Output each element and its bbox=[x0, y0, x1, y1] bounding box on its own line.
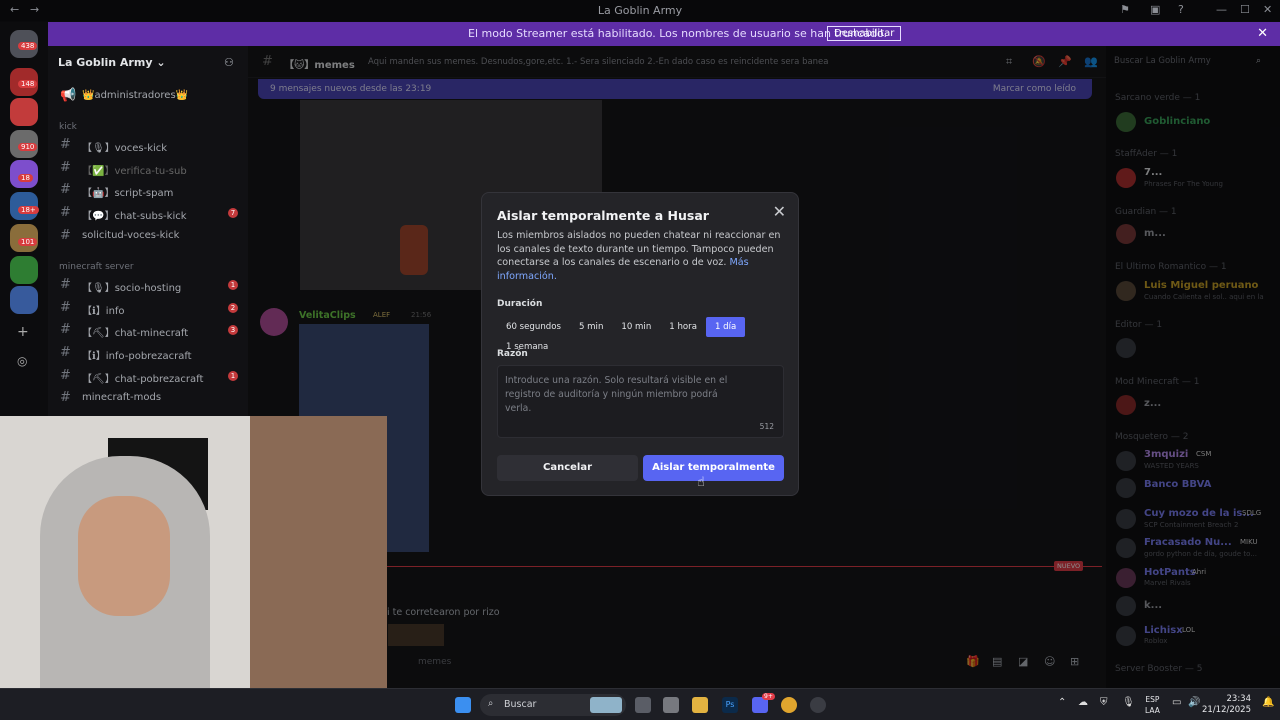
system-clock[interactable]: 23:34 21/12/2025 bbox=[1202, 694, 1251, 716]
modal-title: Aislar temporalmente a Husar bbox=[497, 208, 709, 223]
volume-icon[interactable]: 🔊 bbox=[1188, 697, 1200, 708]
channel-chat-pobrezacraft[interactable]: # 【⛏】chat-pobrezacraft 1 bbox=[54, 366, 244, 386]
defender-icon[interactable]: ⛨ bbox=[1100, 697, 1108, 708]
duration-options: 60 segundos 5 min 10 min 1 hora 1 día1 seman… bbox=[497, 317, 798, 352]
taskbar: ⌕ Buscar Ps 9+ ⌃ ☁ ⛨ 🎙 ESP LAA ▭ 🔊 23:34 2… bbox=[0, 688, 1280, 720]
reason-label: Razón bbox=[497, 349, 528, 359]
minimize-icon[interactable]: — bbox=[1216, 3, 1227, 16]
duration-5min[interactable]: 5 min bbox=[570, 317, 612, 337]
timeout-confirm-button[interactable]: Aislar temporalmente bbox=[643, 455, 784, 481]
streamer-message: El modo Streamer está habilitado. Los no… bbox=[468, 27, 888, 40]
guild-badge: 148 bbox=[18, 80, 38, 88]
search-highlight-image bbox=[590, 697, 622, 713]
channel-administradores[interactable]: 📢 👑administradores👑 bbox=[54, 86, 244, 106]
taskbar-search[interactable]: ⌕ Buscar bbox=[480, 694, 626, 716]
streamer-mode-banner: El modo Streamer está habilitado. Los no… bbox=[48, 22, 1280, 46]
screen-icon[interactable]: ▣ bbox=[1150, 3, 1160, 16]
task-view-icon[interactable] bbox=[635, 697, 651, 713]
reason-placeholder: Introduce una razón. Solo resultará visi… bbox=[505, 375, 728, 414]
close-banner-icon[interactable]: ✕ bbox=[1257, 26, 1268, 41]
timeout-modal: Aislar temporalmente a Husar ✕ Los miemb… bbox=[481, 192, 799, 496]
add-server-icon[interactable]: + bbox=[17, 324, 29, 340]
guild-badge: 18 bbox=[18, 174, 33, 182]
duration-1hour[interactable]: 1 hora bbox=[660, 317, 706, 337]
app-icon[interactable] bbox=[810, 697, 826, 713]
guild-badge: 101 bbox=[18, 238, 38, 246]
channel-solicitud-voces-kick[interactable]: # solicitud-voces-kick bbox=[54, 226, 244, 246]
tray-chevron-icon[interactable]: ⌃ bbox=[1058, 697, 1066, 708]
duration-10min[interactable]: 10 min bbox=[612, 317, 660, 337]
channel-info-pobrezacraft[interactable]: # 【ℹ】info-pobrezacraft bbox=[54, 343, 244, 363]
search-label: Buscar bbox=[504, 699, 537, 710]
webcam-overlay bbox=[0, 416, 387, 688]
search-icon: ⌕ bbox=[488, 698, 494, 709]
inbox-icon[interactable]: ⚑ bbox=[1120, 3, 1130, 16]
close-window-icon[interactable]: ✕ bbox=[1263, 3, 1272, 16]
channel-socio-hosting[interactable]: # 【🎙】socio-hosting 1 bbox=[54, 275, 244, 295]
char-counter: 512 bbox=[759, 422, 774, 431]
channel-chat-minecraft[interactable]: # 【⛏】chat-minecraft 3 bbox=[54, 320, 244, 340]
help-icon[interactable]: ? bbox=[1178, 3, 1184, 16]
file-explorer-icon[interactable] bbox=[692, 697, 708, 713]
person-face-shape bbox=[78, 496, 170, 616]
app-icon[interactable] bbox=[663, 697, 679, 713]
channel-info[interactable]: # 【ℹ】info 2 bbox=[54, 298, 244, 318]
channel-chat-subs-kick[interactable]: # 【💬】chat-subs-kick 7 bbox=[54, 203, 244, 223]
guild-badge: 438 bbox=[18, 42, 38, 50]
language-indicator[interactable]: ESP LAA bbox=[1145, 694, 1160, 716]
mic-icon[interactable]: 🎙 bbox=[1122, 697, 1135, 708]
guild-badge: 18+ bbox=[18, 206, 39, 214]
windows-start-icon[interactable] bbox=[455, 697, 471, 713]
close-icon[interactable]: ✕ bbox=[773, 202, 786, 221]
discover-icon[interactable]: ◎ bbox=[17, 354, 27, 368]
category-kick[interactable]: kick bbox=[59, 122, 77, 132]
network-icon[interactable]: ▭ bbox=[1172, 697, 1181, 708]
channel-script-spam[interactable]: # 【🤖】script-spam bbox=[54, 180, 244, 200]
channel-minecraft-mods[interactable]: # minecraft-mods bbox=[54, 388, 244, 408]
server-icon[interactable] bbox=[10, 256, 38, 284]
window-title: La Goblin Army bbox=[597, 4, 683, 17]
chrome-icon[interactable] bbox=[781, 697, 797, 713]
reason-textarea[interactable]: Introduce una razón. Solo resultará visi… bbox=[497, 365, 784, 438]
onedrive-icon[interactable]: ☁ bbox=[1078, 697, 1088, 708]
category-minecraft[interactable]: minecraft server bbox=[59, 262, 134, 272]
guild-badge: 910 bbox=[18, 143, 38, 151]
modal-description: Los miembros aislados no pueden chatear … bbox=[497, 230, 781, 282]
notification-icon[interactable]: 🔔 bbox=[1262, 697, 1274, 708]
channel-voces-kick[interactable]: # 【🎙】voces-kick bbox=[54, 135, 244, 155]
duration-60s[interactable]: 60 segundos bbox=[497, 317, 570, 337]
server-icon[interactable] bbox=[10, 286, 38, 314]
duration-label: Duración bbox=[497, 299, 543, 309]
server-name[interactable]: La Goblin Army ⌄ bbox=[58, 56, 166, 69]
window-titlebar: ← → La Goblin Army ⚑ ▣ ? — ☐ ✕ bbox=[0, 0, 1280, 21]
add-friend-icon[interactable]: ⚇ bbox=[224, 56, 234, 69]
disable-streamer-button[interactable]: Deshabilitar bbox=[827, 26, 902, 41]
channel-verifica-tu-sub[interactable]: # 【✅】verifica-tu-sub bbox=[54, 158, 244, 178]
wardrobe-shape bbox=[250, 416, 387, 688]
server-icon[interactable] bbox=[10, 98, 38, 126]
mouse-cursor-icon: ☝ bbox=[697, 475, 705, 490]
discord-badge: 9+ bbox=[762, 693, 775, 700]
photoshop-icon[interactable]: Ps bbox=[722, 697, 738, 713]
maximize-icon[interactable]: ☐ bbox=[1240, 3, 1250, 16]
cancel-button[interactable]: Cancelar bbox=[497, 455, 638, 481]
duration-1day[interactable]: 1 día bbox=[705, 317, 746, 337]
